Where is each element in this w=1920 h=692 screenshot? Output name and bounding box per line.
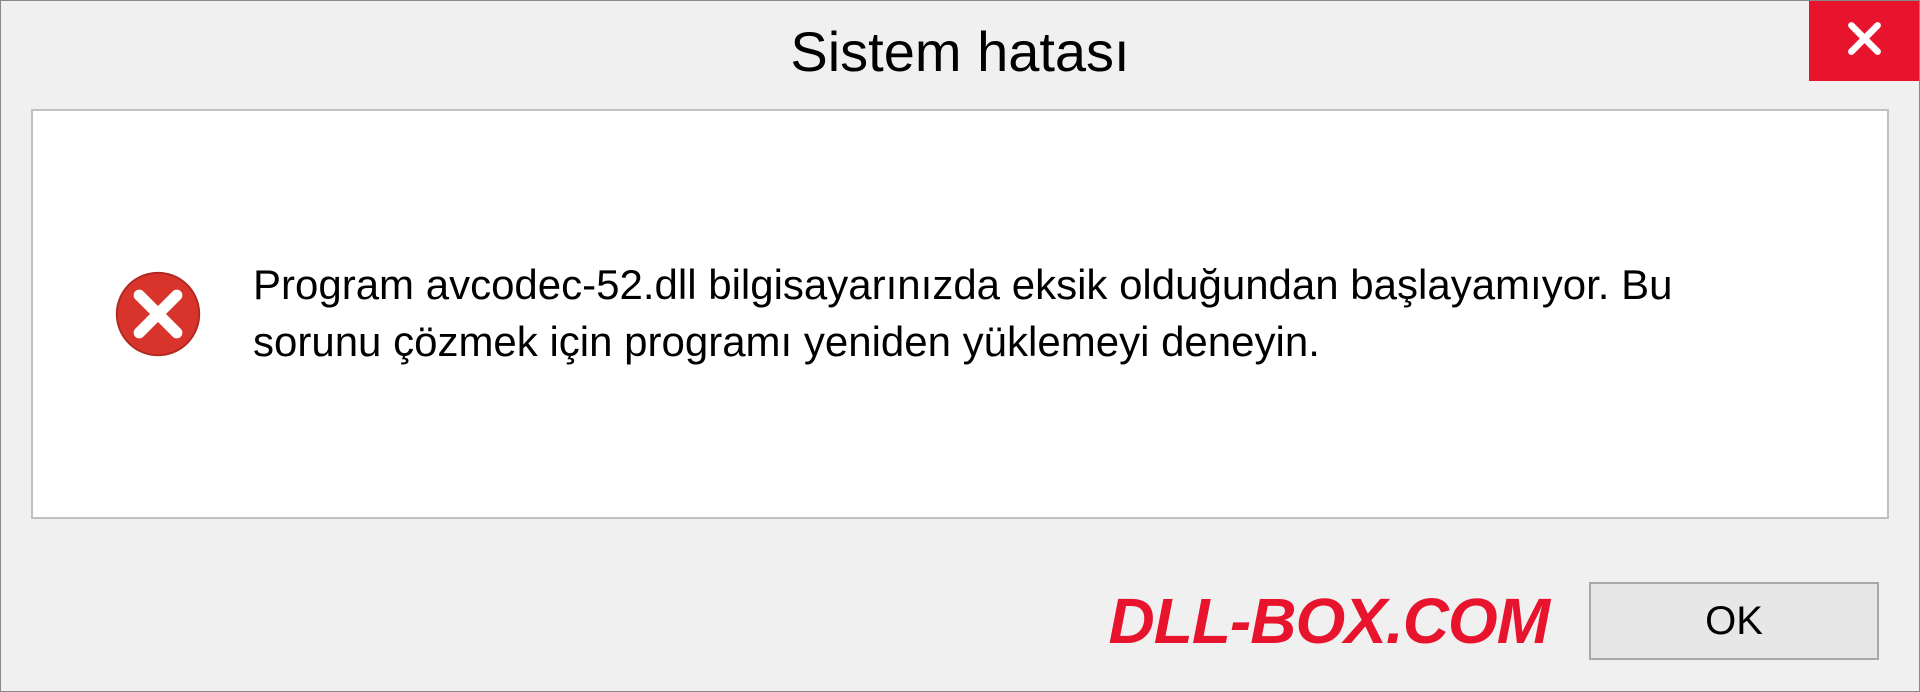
error-icon [113,269,203,359]
dialog-content: Program avcodec-52.dll bilgisayarınızda … [31,109,1889,519]
error-message: Program avcodec-52.dll bilgisayarınızda … [253,257,1807,370]
dialog-title: Sistem hatası [790,19,1129,84]
close-icon [1842,16,1887,66]
dialog-footer: DLL-BOX.COM OK [1,551,1919,691]
titlebar: Sistem hatası [1,1,1919,101]
ok-button[interactable]: OK [1589,582,1879,660]
close-button[interactable] [1809,1,1919,81]
watermark-text: DLL-BOX.COM [1109,584,1550,658]
